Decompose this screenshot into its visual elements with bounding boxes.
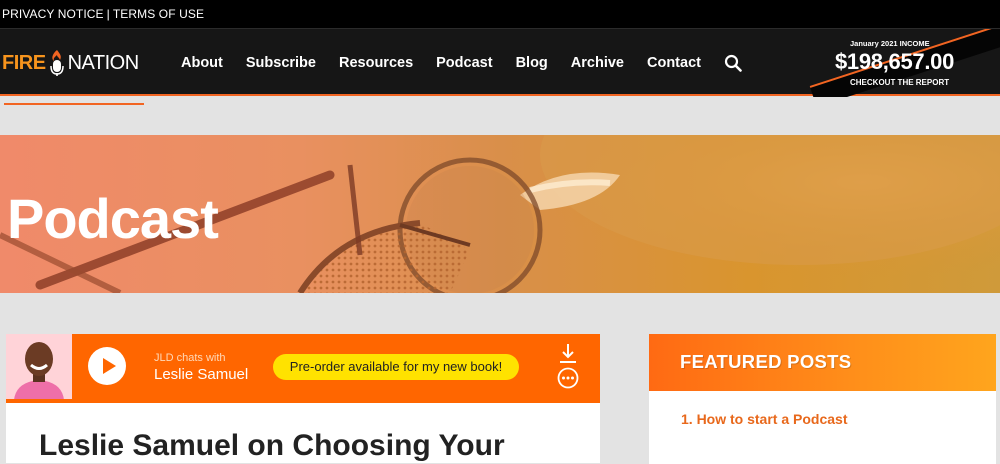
nav-archive[interactable]: Archive: [571, 55, 624, 71]
guest-name: Leslie Samuel: [154, 366, 249, 383]
play-button[interactable]: [88, 347, 126, 385]
podcast-hero-banner: Podcast: [0, 135, 1000, 293]
logo-underline: [4, 103, 144, 105]
search-icon[interactable]: [724, 54, 742, 72]
privacy-notice-link[interactable]: PRIVACY NOTICE: [2, 7, 104, 21]
terms-of-use-link[interactable]: TERMS OF USE: [113, 7, 204, 21]
chats-with-label: JLD chats with: [154, 352, 226, 364]
preorder-book-button[interactable]: Pre-order available for my new book!: [273, 354, 519, 380]
logo-nation-text: NATION: [67, 51, 140, 74]
topbar-separator: |: [106, 7, 110, 21]
featured-posts-widget: FEATURED POSTS 1. How to start a Podcast: [649, 334, 996, 464]
featured-posts-heading: FEATURED POSTS: [680, 351, 852, 372]
page-title: Podcast: [7, 187, 219, 250]
income-amount: $198,657.00: [835, 49, 955, 74]
article-card: Leslie Samuel on Choosing Your: [6, 403, 600, 463]
nav-about[interactable]: About: [181, 55, 223, 71]
more-options-icon[interactable]: [557, 367, 579, 389]
nav-resources[interactable]: Resources: [339, 55, 413, 71]
top-links-bar: PRIVACY NOTICE | TERMS OF USE: [0, 0, 1000, 28]
podcast-player: JLD chats with Leslie Samuel Pre-order a…: [6, 334, 600, 400]
featured-posts-header: FEATURED POSTS: [649, 334, 996, 391]
download-icon[interactable]: [557, 343, 579, 365]
logo-fire-text: FIRE: [2, 51, 46, 74]
nav-subscribe[interactable]: Subscribe: [246, 55, 316, 71]
article-title[interactable]: Leslie Samuel on Choosing Your: [39, 429, 505, 463]
featured-post-link[interactable]: 1. How to start a Podcast: [681, 411, 847, 427]
income-month-label: January 2021 INCOME: [850, 39, 930, 48]
microphone-flame-icon: [48, 49, 66, 77]
main-navbar: FIRE NATION About Subscribe Resources Po…: [0, 28, 1000, 105]
income-report-link[interactable]: CHECKOUT THE REPORT: [850, 78, 949, 87]
nav-podcast[interactable]: Podcast: [436, 55, 492, 71]
nav-contact[interactable]: Contact: [647, 55, 701, 71]
nav-blog[interactable]: Blog: [516, 55, 548, 71]
guest-avatar: [6, 334, 72, 400]
income-report-banner[interactable]: January 2021 INCOME $198,657.00 CHECKOUT…: [800, 29, 1000, 97]
primary-nav: About Subscribe Resources Podcast Blog A…: [181, 29, 742, 97]
site-logo[interactable]: FIRE NATION: [2, 46, 139, 80]
